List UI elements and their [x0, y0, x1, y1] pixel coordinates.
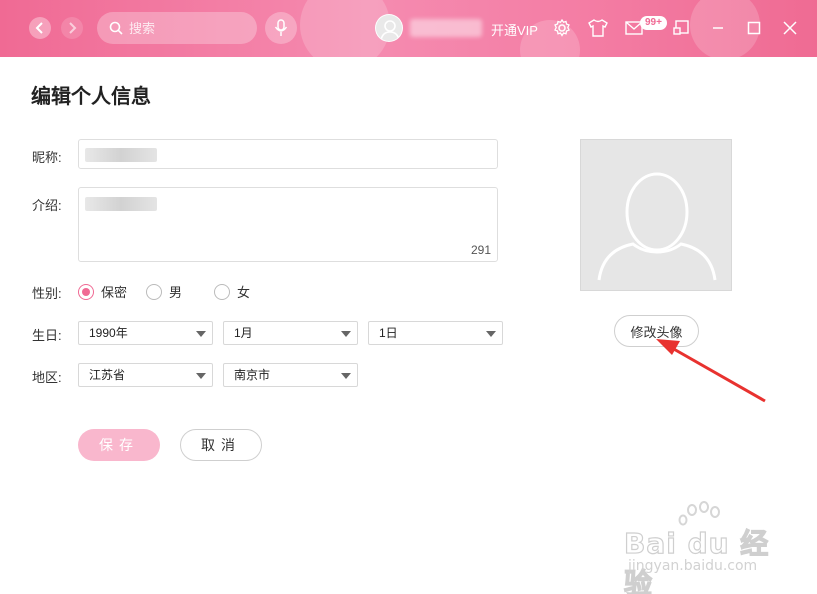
back-button[interactable]	[29, 17, 51, 39]
cancel-button[interactable]: 取消	[180, 429, 262, 461]
gear-icon	[554, 18, 570, 37]
birth-month-value: 1月	[234, 326, 253, 340]
forward-button[interactable]	[61, 17, 83, 39]
birth-month-select[interactable]: 1月	[223, 321, 358, 345]
chevron-left-icon	[35, 22, 43, 34]
avatar-preview	[580, 139, 732, 291]
nickname-value-redacted	[85, 148, 157, 162]
province-select[interactable]: 江苏省	[78, 363, 213, 387]
radio-checked-icon	[78, 283, 94, 300]
city-select[interactable]: 南京市	[223, 363, 358, 387]
page-title: 编辑个人信息	[31, 86, 151, 108]
mail-count-badge: 99+	[640, 16, 667, 30]
intro-char-counter: 291	[470, 243, 491, 257]
user-avatar[interactable]	[375, 14, 403, 42]
minimize-button[interactable]	[707, 17, 729, 39]
save-button[interactable]: 保存	[78, 429, 160, 461]
birth-year-value: 1990年	[89, 326, 128, 340]
username-redacted[interactable]	[410, 19, 482, 37]
radio-unchecked-icon	[146, 283, 162, 300]
intro-label: 介绍:	[32, 198, 62, 213]
chevron-down-icon	[341, 373, 351, 379]
chevron-down-icon	[486, 331, 496, 337]
radio-unchecked-icon	[214, 283, 230, 300]
maximize-button[interactable]	[743, 17, 765, 39]
birthday-label: 生日:	[32, 328, 62, 343]
settings-button[interactable]	[551, 17, 573, 39]
tshirt-icon	[588, 19, 608, 37]
search-input[interactable]	[129, 20, 249, 36]
nickname-field[interactable]	[78, 139, 498, 169]
gender-option-label: 男	[169, 285, 183, 300]
skin-button[interactable]	[587, 17, 609, 39]
user-silhouette-icon	[380, 20, 400, 41]
gender-option-male[interactable]: 男	[146, 282, 182, 301]
birth-year-select[interactable]: 1990年	[78, 321, 213, 345]
gender-option-label: 女	[237, 285, 251, 300]
minimize-icon	[713, 27, 723, 29]
watermark-url: jingyan.baidu.com	[628, 558, 758, 574]
search-box[interactable]	[97, 12, 257, 44]
gender-option-secret[interactable]: 保密	[78, 282, 127, 301]
annotation-arrow-icon	[656, 339, 766, 403]
province-value: 江苏省	[89, 368, 126, 382]
mini-player-icon	[673, 20, 689, 35]
region-label: 地区:	[32, 370, 62, 385]
close-icon	[783, 21, 797, 35]
microphone-icon	[274, 19, 288, 36]
gender-option-label: 保密	[101, 285, 128, 300]
chevron-down-icon	[341, 331, 351, 337]
default-avatar-icon	[597, 172, 717, 281]
birth-day-select[interactable]: 1日	[368, 321, 503, 345]
search-icon	[109, 21, 123, 35]
chevron-down-icon	[196, 331, 206, 337]
birth-day-value: 1日	[379, 326, 398, 340]
baidu-jingyan-watermark: Bai du 经验 jingyan.baidu.com	[620, 500, 780, 594]
city-value: 南京市	[234, 368, 271, 382]
nickname-label: 昵称:	[32, 150, 62, 165]
intro-value-redacted	[85, 197, 157, 211]
chevron-down-icon	[196, 373, 206, 379]
voice-search-button[interactable]	[265, 12, 297, 44]
intro-textarea[interactable]: 291	[78, 187, 498, 262]
gender-option-female[interactable]: 女	[214, 282, 250, 301]
close-button[interactable]	[779, 17, 801, 39]
title-bar: 开通VIP 99+	[0, 0, 817, 57]
maximize-icon	[747, 21, 761, 35]
gender-label: 性别:	[32, 286, 62, 301]
mini-mode-button[interactable]	[671, 17, 693, 39]
chevron-right-icon	[69, 22, 77, 34]
open-vip-link[interactable]: 开通VIP	[491, 20, 538, 39]
